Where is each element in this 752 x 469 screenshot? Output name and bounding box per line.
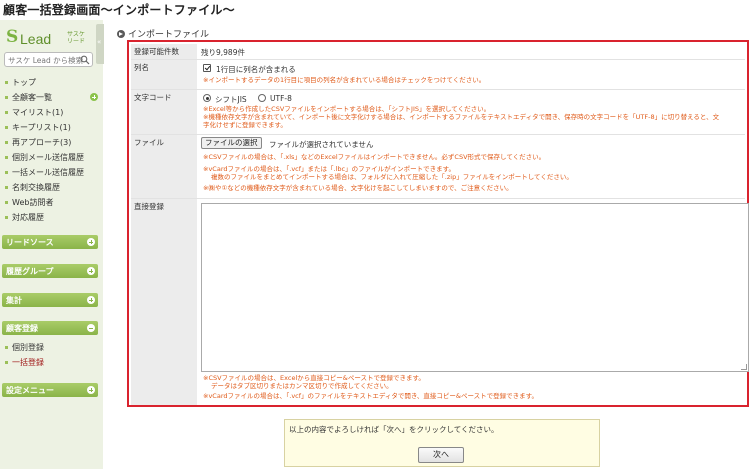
bullet-icon [5,171,8,174]
sidebar-item-bulk-mail-history[interactable]: 一括メール送信履歴 [5,167,84,178]
remaining-count: 残り9,989件 [201,48,245,57]
row-label: 直接登録 [131,199,197,405]
sidebar-item-label: トップ [12,78,36,87]
section-header: インポートファイル [117,27,209,40]
row-label: 登録可能件数 [131,44,197,59]
file-note: ※CSVファイルの場合は、「.xls」などのExcelファイルはインポートできま… [203,153,546,161]
sidebar-item-response-history[interactable]: 対応履歴 [5,212,44,223]
row-header: 列名 1行目に列名が含まれる ※インポートするデータの1行目に項目の列名が含まれ… [131,60,745,90]
radio-utf8-label[interactable]: UTF-8 [270,94,292,103]
sidebar-item-label: 一括メール送信履歴 [12,168,84,177]
bullet-icon [5,156,8,159]
arrow-circle-icon [117,30,125,38]
sidebar-item-mylist[interactable]: マイリスト(1) [5,107,63,118]
next-button[interactable]: 次へ [418,447,464,463]
file-note: ※㈱や①などの機種依存文字が含まれている場合、文字化けを起こしてしまいますので、… [203,184,513,192]
section-aggregate[interactable]: 集計 [2,293,98,307]
row-charcode: 文字コード シフトJIS UTF-8 ※Excel等から作成したCSVファイルを… [131,90,745,135]
plus-icon [87,386,95,394]
page-title: 顧客一括登録画面～インポートファイル～ [3,3,235,17]
sidebar-item-label: 対応履歴 [12,213,44,222]
logo-text: Lead [20,31,52,47]
radio-utf8[interactable] [258,94,266,102]
section-label: 設定メニュー [6,386,54,395]
minus-icon [87,324,95,332]
sidebar: S Lead サスケ リード « サスケ Lead から検索 トップ 全顧客一覧 … [0,20,104,469]
row-label: 文字コード [131,90,197,134]
sidebar-item-all-customers[interactable]: 全顧客一覧 [5,92,52,103]
bullet-icon [5,141,8,144]
sidebar-item-individual-registration[interactable]: 個別登録 [5,342,44,353]
sidebar-item-label: Web訪問者 [12,198,54,207]
row-file: ファイル ファイルの選択 ファイルが選択されていません ※CSVファイルの場合は… [131,135,745,199]
section-label: リードソース [6,238,54,247]
direct-note: データはタブ区切りまたはカンマ区切りで作成してください。 [211,382,393,390]
sidebar-item-label: 全顧客一覧 [12,93,52,102]
direct-note: ※vCardファイルの場合は、「.vcf」のファイルをテキストエディタで開き、直… [203,392,539,400]
row-label: 列名 [131,60,197,89]
search-placeholder: サスケ Lead から検索 [8,56,84,65]
confirm-message: 以上の内容でよろしければ「次へ」をクリックしてください。 [289,425,499,434]
sidebar-item-bulk-registration[interactable]: 一括登録 [5,357,44,368]
row-count: 登録可能件数 残り9,989件 [131,44,745,60]
radio-shiftjis[interactable] [203,94,211,102]
section-lead-source[interactable]: リードソース [2,235,98,249]
section-label: 集計 [6,296,22,305]
section-label: 履歴グループ [6,267,54,276]
bullet-icon [5,201,8,204]
bullet-icon [5,111,8,114]
bullet-icon [5,346,8,349]
bullet-icon [5,81,8,84]
sidebar-item-individual-mail-history[interactable]: 個別メール送信履歴 [5,152,84,163]
direct-input-textarea[interactable] [201,203,749,372]
sidebar-item-label: 再アプローチ(3) [12,138,72,147]
confirm-panel: 以上の内容でよろしければ「次へ」をクリックしてください。 次へ [284,419,600,467]
logo[interactable]: S Lead サスケ リード [4,27,94,49]
bullet-icon [5,361,8,364]
plus-icon [87,267,95,275]
sidebar-item-label: 個別登録 [12,343,44,352]
sidebar-item-web-visitors[interactable]: Web訪問者 [5,197,53,208]
sidebar-item-card-exchange[interactable]: 名刺交換履歴 [5,182,60,193]
sidebar-item-label: 一括登録 [12,358,44,367]
plus-icon [87,296,95,304]
logo-mark: S [6,27,19,47]
sidebar-item-top[interactable]: トップ [5,77,36,88]
sidebar-item-label: キープリスト(1) [12,123,71,132]
sidebar-item-label: 個別メール送信履歴 [12,153,84,162]
charcode-note: 字化けせずに登録できます。 [203,121,287,129]
logo-sub: サスケ リード [66,31,85,45]
section-title: インポートファイル [128,30,210,40]
sidebar-collapse-button[interactable]: « [96,24,104,64]
bullet-icon [5,216,8,219]
section-history-group[interactable]: 履歴グループ [2,264,98,278]
search-icon[interactable] [80,55,90,65]
collapse-icon: « [97,38,102,46]
row-label: ファイル [131,135,197,198]
file-status: ファイルが選択されていません [269,140,374,149]
bullet-icon [5,186,8,189]
sidebar-item-reapproach[interactable]: 再アプローチ(3) [5,137,71,148]
bullet-icon [5,126,8,129]
section-settings-menu[interactable]: 設定メニュー [2,383,98,397]
header-checkbox-label[interactable]: 1行目に列名が含まれる [216,64,296,75]
add-customer-icon[interactable] [90,93,98,101]
plus-icon [87,238,95,246]
import-form: 登録可能件数 残り9,989件 列名 1行目に列名が含まれる ※インポートするデ… [127,40,749,407]
section-label: 顧客登録 [6,324,38,333]
file-note: 複数のファイルをまとめてインポートする場合は、フォルダに入れて圧縮した「.zip… [211,173,573,181]
choose-file-button[interactable]: ファイルの選択 [201,137,262,149]
sidebar-item-label: マイリスト(1) [12,108,64,117]
section-customer-registration[interactable]: 顧客登録 [2,321,98,335]
bullet-icon [5,96,8,99]
sidebar-item-keeplist[interactable]: キープリスト(1) [5,122,71,133]
header-checkbox[interactable] [203,64,211,72]
sidebar-item-label: 名刺交換履歴 [12,183,60,192]
header-note: ※インポートするデータの1行目に項目の列名が含まれている場合はチェックをつけてく… [203,76,486,84]
radio-shiftjis-label[interactable]: シフトJIS [215,94,247,105]
search-input[interactable]: サスケ Lead から検索 [4,52,93,67]
